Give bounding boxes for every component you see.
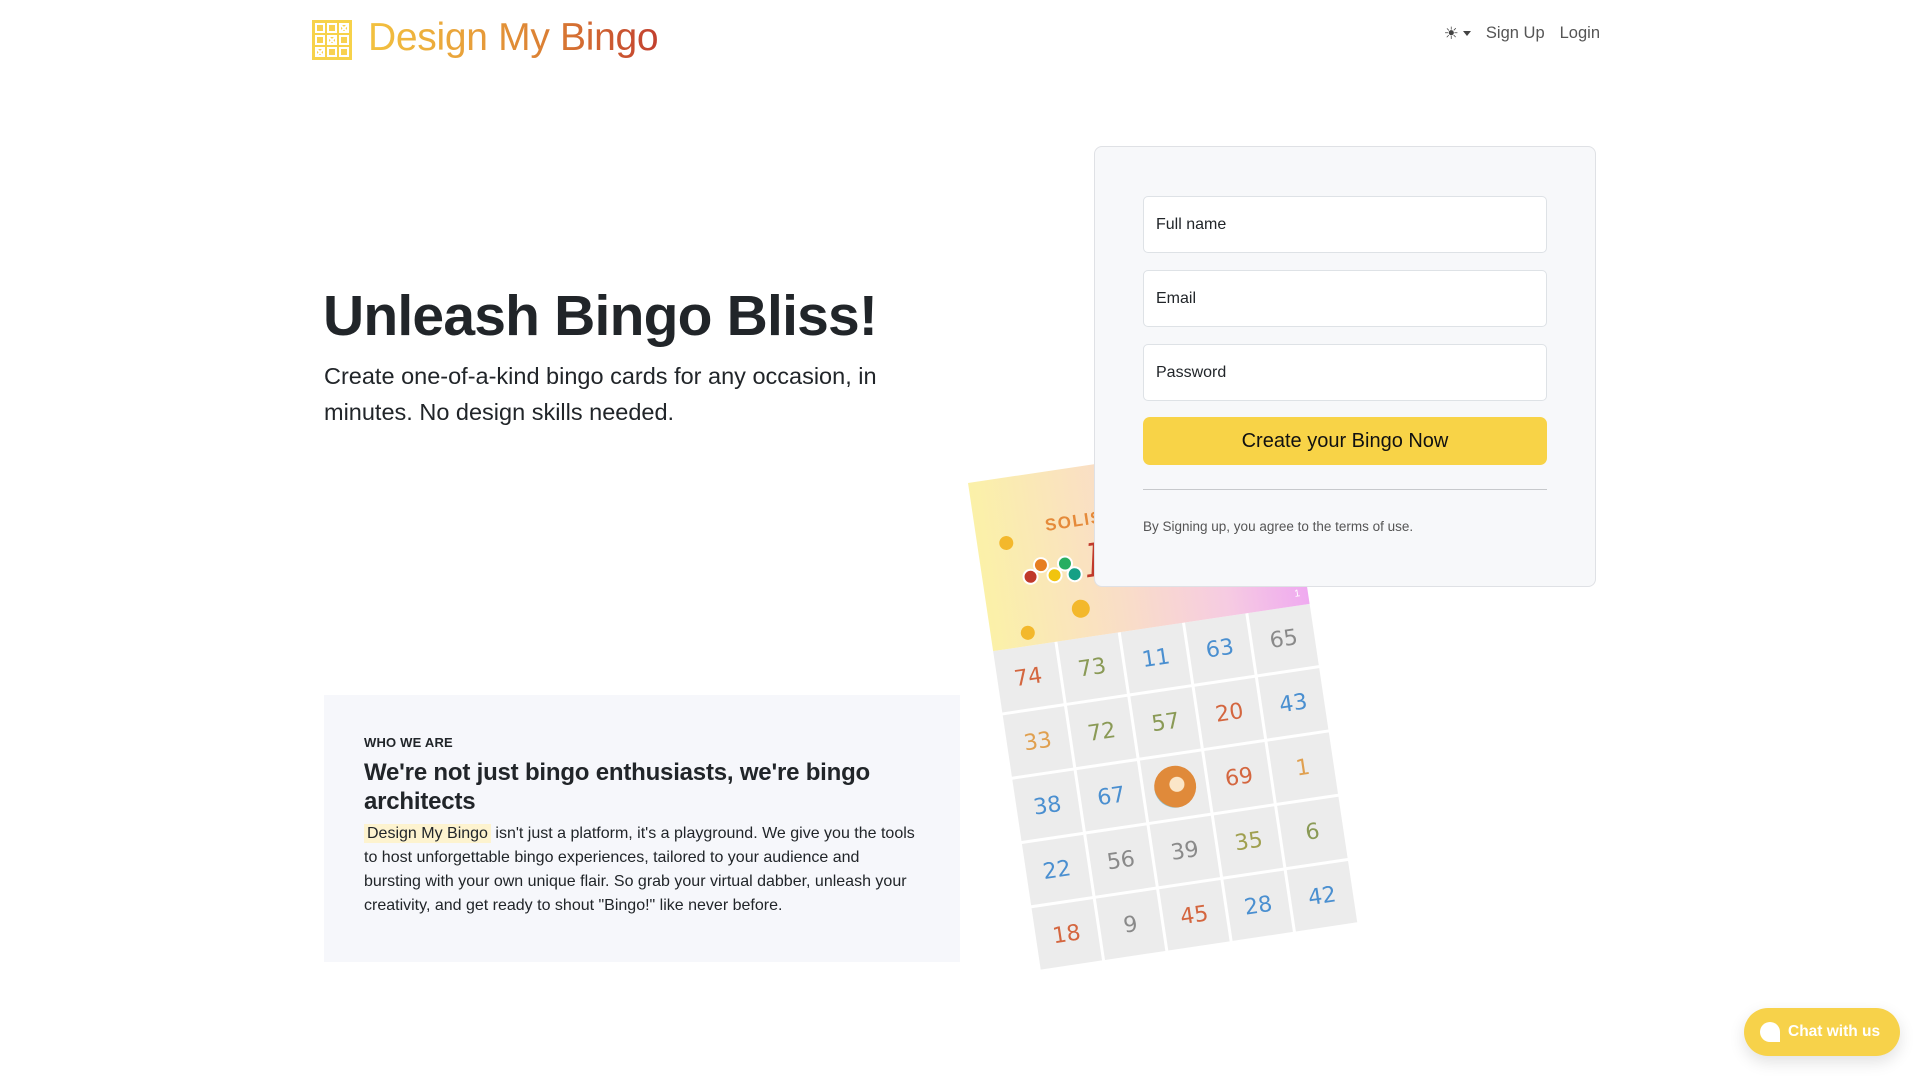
- bingo-grid-icon: [312, 19, 352, 60]
- full-name-input[interactable]: [1143, 196, 1547, 253]
- bingo-cell: 74: [993, 642, 1064, 713]
- sun-icon: ☀: [1443, 24, 1459, 43]
- coin-icon: [1070, 598, 1092, 619]
- coin-icon: [1019, 624, 1036, 641]
- bingo-cell: 18: [1031, 899, 1102, 970]
- chat-bubble-icon: [1760, 1022, 1780, 1042]
- bingo-cell: 73: [1057, 632, 1128, 703]
- bingo-cell: 67: [1076, 761, 1147, 832]
- bingo-number-grid: 74 73 11 63 65 33 72 57 20 43 38 67 69 1 22 56 39 35 6 18 9 4…: [993, 603, 1358, 970]
- bingo-cell: 35: [1213, 806, 1284, 877]
- site-header: Design My Bingo ☀ Sign Up Login: [0, 0, 1920, 76]
- brand-highlight: Design My Bingo: [364, 824, 491, 843]
- bingo-cell: 38: [1012, 770, 1083, 842]
- bingo-cell: 33: [1002, 706, 1073, 777]
- bingo-balls-icon: [1019, 548, 1084, 596]
- bingo-cell: 57: [1130, 687, 1201, 758]
- bingo-cell: 11: [1120, 622, 1191, 694]
- caret-down-icon: [1462, 31, 1471, 36]
- theme-toggle-dropdown[interactable]: ☀: [1444, 25, 1471, 42]
- bingo-cell: 69: [1204, 741, 1275, 813]
- login-link[interactable]: Login: [1560, 24, 1600, 43]
- who-we-are-section: WHO WE ARE We're not just bingo enthusia…: [324, 695, 960, 962]
- bingo-cell: 1: [1267, 732, 1338, 803]
- bingo-cell: 22: [1021, 834, 1093, 906]
- brand-name: Design My Bingo: [368, 14, 659, 62]
- section-title: We're not just bingo enthusiasts, we're …: [364, 759, 871, 815]
- coin-icon: [998, 535, 1015, 551]
- hero-title: Unleash Bingo Bliss!: [323, 284, 878, 348]
- bingo-cell: 45: [1159, 880, 1230, 951]
- section-eyebrow: WHO WE ARE: [364, 735, 453, 750]
- bingo-cell: 72: [1066, 696, 1137, 768]
- bingo-cell: 39: [1149, 815, 1220, 887]
- create-bingo-button[interactable]: Create your Bingo Now: [1143, 417, 1547, 465]
- chat-with-us-button[interactable]: Chat with us: [1744, 1008, 1900, 1056]
- email-input[interactable]: [1143, 270, 1547, 327]
- chat-label: Chat with us: [1788, 1023, 1881, 1040]
- brand-logo-link[interactable]: Design My Bingo: [312, 14, 659, 62]
- bingo-cell: 6: [1277, 796, 1348, 868]
- hero-subtitle: Create one-of-a-kind bingo cards for any…: [324, 363, 877, 425]
- terms-notice: By Signing up, you agree to the terms of…: [1143, 519, 1414, 534]
- bingo-cell: 56: [1085, 825, 1156, 896]
- top-nav: ☀ Sign Up Login: [1444, 24, 1600, 43]
- bingo-cell: 43: [1258, 668, 1329, 739]
- bingo-cell: 65: [1248, 603, 1319, 675]
- section-body: Design My Bingo isn't just a platform, i…: [364, 822, 920, 918]
- bingo-cell: 63: [1184, 613, 1255, 684]
- password-input[interactable]: [1143, 344, 1547, 401]
- bingo-cell: 28: [1223, 870, 1294, 941]
- bingo-card-number: 1: [1293, 588, 1301, 600]
- signup-link[interactable]: Sign Up: [1486, 24, 1545, 43]
- bingo-cell: 20: [1194, 677, 1265, 749]
- signup-form: Create your Bingo Now By Signing up, you…: [1094, 146, 1596, 587]
- bingo-cell: 42: [1287, 860, 1358, 932]
- lion-icon: [1151, 762, 1200, 811]
- bingo-cell: 9: [1095, 889, 1166, 961]
- bingo-free-space-lion-icon: [1140, 751, 1211, 822]
- form-divider: [1143, 489, 1547, 490]
